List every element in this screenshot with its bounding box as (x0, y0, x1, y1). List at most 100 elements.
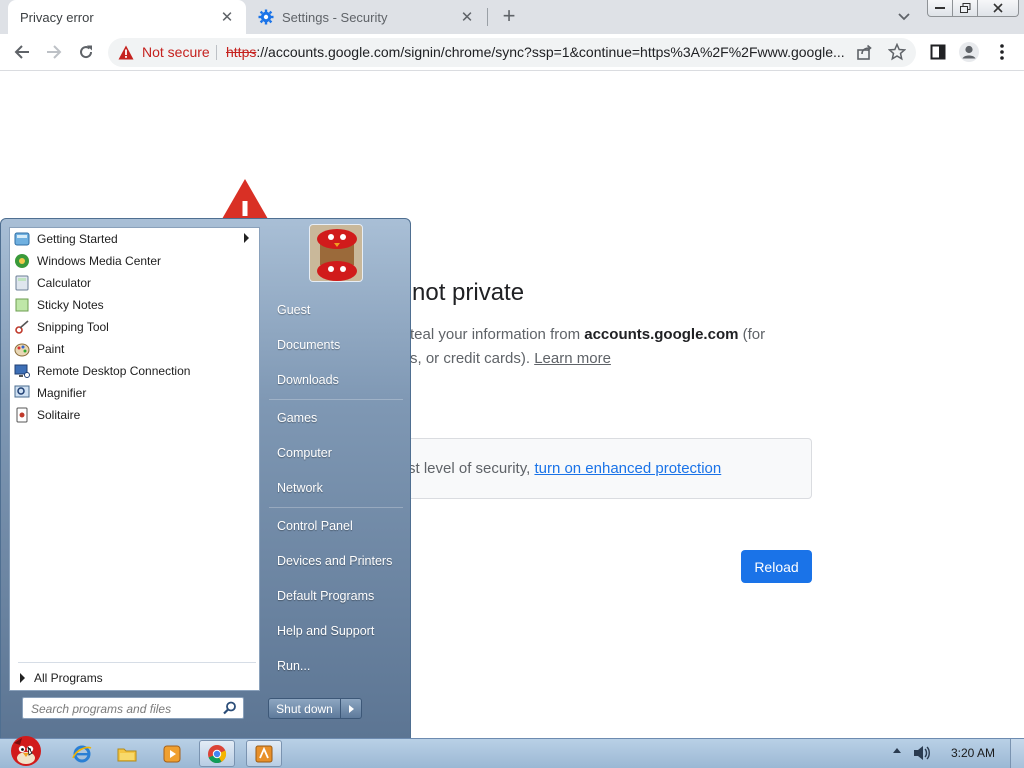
programs-pane: Getting Started Windows Media Center Cal… (9, 227, 260, 691)
tab-privacy-error[interactable]: Privacy error ✕ (8, 0, 246, 34)
places-separator (269, 399, 403, 400)
address-bar[interactable]: Not secure https://accounts.google.com/s… (108, 38, 916, 67)
magnifier-icon (13, 384, 31, 402)
program-paint[interactable]: Paint (13, 338, 257, 359)
places-separator (269, 507, 403, 508)
bookmark-star-icon[interactable] (887, 42, 907, 66)
program-label: Paint (37, 341, 65, 356)
restore-button[interactable] (952, 0, 978, 17)
search-icon[interactable] (223, 701, 237, 718)
security-label[interactable]: Not secure (142, 44, 210, 60)
all-programs-separator (18, 662, 256, 663)
desc-suffix: (for (738, 326, 766, 343)
place-games[interactable]: Games (269, 405, 403, 431)
remote-desktop-icon (13, 362, 31, 380)
program-getting-started[interactable]: Getting Started (13, 228, 257, 249)
submenu-arrow-icon (244, 233, 249, 243)
url-text[interactable]: https://accounts.google.com/signin/chrom… (226, 44, 851, 60)
program-label: Getting Started (37, 231, 118, 246)
getting-started-icon (13, 230, 31, 248)
place-help-support[interactable]: Help and Support (269, 618, 403, 644)
program-label: Solitaire (37, 407, 81, 422)
volume-icon[interactable] (913, 745, 931, 766)
program-label: Sticky Notes (37, 297, 104, 312)
chrome-icon[interactable] (199, 740, 235, 767)
url-rest: ://accounts.google.com/signin/chrome/syn… (256, 44, 845, 60)
program-solitaire[interactable]: Solitaire (13, 404, 257, 425)
warning-icon[interactable] (118, 45, 134, 65)
tab-settings-security[interactable]: Settings - Security ✕ (246, 0, 486, 34)
media-player-icon[interactable] (154, 740, 190, 767)
search-placeholder: Search programs and files (31, 702, 172, 716)
paint-icon (13, 340, 31, 358)
close-window-button[interactable] (977, 0, 1019, 17)
place-network[interactable]: Network (269, 475, 403, 501)
tab-title: Settings - Security (282, 9, 388, 25)
tab-title: Privacy error (20, 9, 94, 25)
program-label: Magnifier (37, 385, 87, 400)
calculator-icon (13, 274, 31, 292)
place-downloads[interactable]: Downloads (269, 367, 403, 393)
back-icon[interactable] (10, 40, 34, 64)
reload-button[interactable]: Reload (741, 550, 812, 583)
arrow-right-icon (20, 673, 25, 683)
taskbar: 3:20 AM (0, 736, 1024, 768)
start-menu: Getting Started Windows Media Center Cal… (0, 218, 411, 739)
close-icon[interactable]: ✕ (458, 8, 476, 26)
desc-prefix: teal your information from (410, 326, 585, 343)
solitaire-icon (13, 406, 31, 424)
start-button[interactable] (4, 729, 48, 768)
reload-icon[interactable] (74, 40, 98, 64)
enhanced-prefix: st level of security, (408, 460, 535, 477)
gear-icon (258, 9, 274, 25)
sticky-notes-icon (13, 296, 31, 314)
tab-strip: Privacy error ✕ Settings - Security ✕ + (0, 0, 1024, 34)
place-devices-printers[interactable]: Devices and Printers (269, 548, 403, 574)
place-control-panel[interactable]: Control Panel (269, 513, 403, 539)
share-icon[interactable] (856, 44, 873, 66)
show-desktop-button[interactable] (1010, 739, 1024, 768)
all-programs-label: All Programs (34, 671, 103, 685)
side-panel-icon[interactable] (926, 40, 950, 64)
program-remote-desktop[interactable]: Remote Desktop Connection (13, 360, 257, 381)
new-tab-button[interactable]: + (497, 5, 521, 29)
place-run[interactable]: Run... (269, 653, 403, 679)
desc-line2-text: s, or credit cards). (410, 350, 535, 367)
place-documents[interactable]: Documents (269, 332, 403, 358)
minimize-button[interactable] (927, 0, 953, 17)
more-menu-icon[interactable] (990, 40, 1014, 64)
chevron-down-icon[interactable] (895, 8, 913, 26)
place-guest[interactable]: Guest (269, 297, 403, 323)
user-picture[interactable] (309, 224, 363, 282)
show-hidden-icons-icon[interactable] (893, 748, 901, 753)
program-sticky-notes[interactable]: Sticky Notes (13, 294, 257, 315)
close-icon[interactable]: ✕ (218, 8, 236, 26)
start-search-input[interactable]: Search programs and files (22, 697, 244, 719)
omnibox-separator (216, 45, 217, 60)
place-default-programs[interactable]: Default Programs (269, 583, 403, 609)
all-programs-button[interactable]: All Programs (20, 669, 103, 687)
shutdown-button[interactable]: Shut down (268, 698, 341, 719)
program-media-center[interactable]: Windows Media Center (13, 250, 257, 271)
program-label: Calculator (37, 275, 92, 290)
internet-explorer-icon[interactable] (64, 740, 100, 767)
media-center-icon (13, 252, 31, 270)
shutdown-options-button[interactable] (340, 698, 362, 719)
program-label: Windows Media Center (37, 253, 162, 268)
program-label: Snipping Tool (37, 319, 109, 334)
profile-avatar-icon[interactable] (957, 40, 981, 64)
app-icon[interactable] (246, 740, 282, 767)
learn-more-link[interactable]: Learn more (534, 350, 611, 367)
forward-icon[interactable] (42, 40, 66, 64)
explorer-folder-icon[interactable] (109, 740, 145, 767)
program-label: Remote Desktop Connection (37, 363, 191, 378)
program-snipping-tool[interactable]: Snipping Tool (13, 316, 257, 337)
program-calculator[interactable]: Calculator (13, 272, 257, 293)
clock[interactable]: 3:20 AM (951, 746, 995, 760)
heading-text: not private (412, 279, 525, 306)
arrow-right-icon (348, 704, 354, 713)
place-computer[interactable]: Computer (269, 440, 403, 466)
browser-toolbar: Not secure https://accounts.google.com/s… (0, 34, 1024, 71)
program-magnifier[interactable]: Magnifier (13, 382, 257, 403)
enhanced-protection-link[interactable]: turn on enhanced protection (534, 460, 721, 477)
